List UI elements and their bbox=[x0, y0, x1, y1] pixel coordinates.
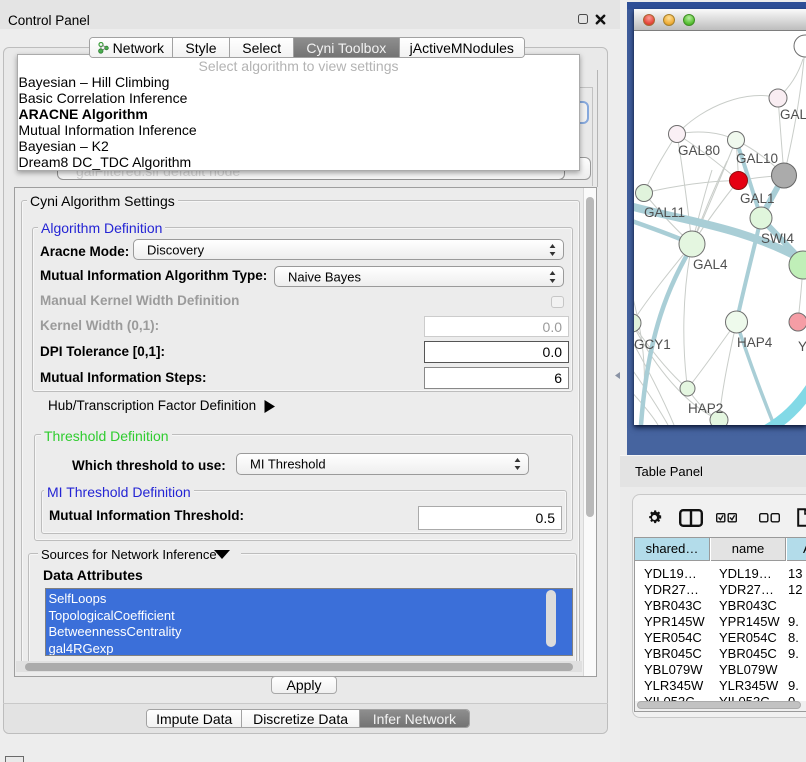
svg-text:SWI4: SWI4 bbox=[761, 231, 794, 246]
svg-text:HAP2: HAP2 bbox=[688, 401, 723, 416]
svg-text:Y: Y bbox=[798, 339, 806, 354]
svg-text:GAL4: GAL4 bbox=[693, 257, 728, 272]
svg-text:GCY1: GCY1 bbox=[634, 337, 671, 352]
svg-text:HAP4: HAP4 bbox=[737, 335, 773, 350]
svg-text:GAL11: GAL11 bbox=[644, 205, 685, 220]
svg-text:GAL10: GAL10 bbox=[736, 151, 778, 166]
svg-text:GAL: GAL bbox=[780, 107, 806, 122]
svg-text:GAL80: GAL80 bbox=[678, 143, 720, 158]
svg-text:GAL1: GAL1 bbox=[740, 191, 775, 206]
